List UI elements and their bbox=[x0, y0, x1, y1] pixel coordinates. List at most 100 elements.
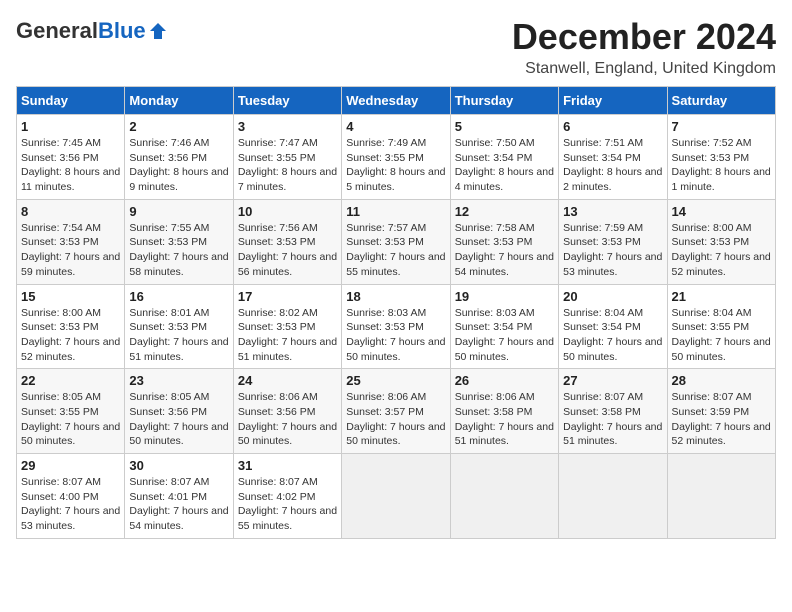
day-detail: Sunrise: 8:00 AMSunset: 3:53 PMDaylight:… bbox=[672, 221, 771, 280]
calendar-cell: 21 Sunrise: 8:04 AMSunset: 3:55 PMDaylig… bbox=[667, 284, 775, 369]
calendar-cell: 4 Sunrise: 7:49 AMSunset: 3:55 PMDayligh… bbox=[342, 115, 450, 200]
calendar-cell: 13 Sunrise: 7:59 AMSunset: 3:53 PMDaylig… bbox=[559, 199, 667, 284]
calendar-cell: 23 Sunrise: 8:05 AMSunset: 3:56 PMDaylig… bbox=[125, 369, 233, 454]
column-header-sunday: Sunday bbox=[17, 87, 125, 115]
day-number: 18 bbox=[346, 289, 445, 304]
calendar-cell: 3 Sunrise: 7:47 AMSunset: 3:55 PMDayligh… bbox=[233, 115, 341, 200]
day-number: 2 bbox=[129, 119, 228, 134]
day-number: 17 bbox=[238, 289, 337, 304]
day-number: 7 bbox=[672, 119, 771, 134]
calendar-cell bbox=[667, 454, 775, 539]
day-number: 9 bbox=[129, 204, 228, 219]
day-detail: Sunrise: 7:58 AMSunset: 3:53 PMDaylight:… bbox=[455, 221, 554, 280]
week-row-3: 15 Sunrise: 8:00 AMSunset: 3:53 PMDaylig… bbox=[17, 284, 776, 369]
day-detail: Sunrise: 7:45 AMSunset: 3:56 PMDaylight:… bbox=[21, 136, 120, 195]
week-row-4: 22 Sunrise: 8:05 AMSunset: 3:55 PMDaylig… bbox=[17, 369, 776, 454]
day-number: 14 bbox=[672, 204, 771, 219]
day-detail: Sunrise: 8:05 AMSunset: 3:56 PMDaylight:… bbox=[129, 390, 228, 449]
day-number: 19 bbox=[455, 289, 554, 304]
calendar-cell: 27 Sunrise: 8:07 AMSunset: 3:58 PMDaylig… bbox=[559, 369, 667, 454]
calendar-cell: 12 Sunrise: 7:58 AMSunset: 3:53 PMDaylig… bbox=[450, 199, 558, 284]
day-detail: Sunrise: 8:01 AMSunset: 3:53 PMDaylight:… bbox=[129, 306, 228, 365]
day-detail: Sunrise: 7:57 AMSunset: 3:53 PMDaylight:… bbox=[346, 221, 445, 280]
logo-blue-text: Blue bbox=[98, 18, 146, 43]
column-header-tuesday: Tuesday bbox=[233, 87, 341, 115]
day-detail: Sunrise: 7:49 AMSunset: 3:55 PMDaylight:… bbox=[346, 136, 445, 195]
calendar-cell: 16 Sunrise: 8:01 AMSunset: 3:53 PMDaylig… bbox=[125, 284, 233, 369]
day-number: 22 bbox=[21, 373, 120, 388]
day-number: 4 bbox=[346, 119, 445, 134]
subtitle: Stanwell, England, United Kingdom bbox=[512, 60, 776, 78]
calendar-cell: 31 Sunrise: 8:07 AMSunset: 4:02 PMDaylig… bbox=[233, 454, 341, 539]
day-detail: Sunrise: 7:46 AMSunset: 3:56 PMDaylight:… bbox=[129, 136, 228, 195]
day-detail: Sunrise: 8:03 AMSunset: 3:54 PMDaylight:… bbox=[455, 306, 554, 365]
week-row-1: 1 Sunrise: 7:45 AMSunset: 3:56 PMDayligh… bbox=[17, 115, 776, 200]
day-number: 26 bbox=[455, 373, 554, 388]
calendar-cell bbox=[559, 454, 667, 539]
day-detail: Sunrise: 8:06 AMSunset: 3:57 PMDaylight:… bbox=[346, 390, 445, 449]
calendar-cell: 26 Sunrise: 8:06 AMSunset: 3:58 PMDaylig… bbox=[450, 369, 558, 454]
calendar-cell: 8 Sunrise: 7:54 AMSunset: 3:53 PMDayligh… bbox=[17, 199, 125, 284]
calendar-cell: 24 Sunrise: 8:06 AMSunset: 3:56 PMDaylig… bbox=[233, 369, 341, 454]
day-detail: Sunrise: 7:54 AMSunset: 3:53 PMDaylight:… bbox=[21, 221, 120, 280]
day-detail: Sunrise: 8:06 AMSunset: 3:58 PMDaylight:… bbox=[455, 390, 554, 449]
day-number: 12 bbox=[455, 204, 554, 219]
logo-icon bbox=[148, 21, 168, 41]
calendar-cell bbox=[342, 454, 450, 539]
calendar-cell: 6 Sunrise: 7:51 AMSunset: 3:54 PMDayligh… bbox=[559, 115, 667, 200]
day-detail: Sunrise: 8:07 AMSunset: 3:58 PMDaylight:… bbox=[563, 390, 662, 449]
day-detail: Sunrise: 7:55 AMSunset: 3:53 PMDaylight:… bbox=[129, 221, 228, 280]
column-header-wednesday: Wednesday bbox=[342, 87, 450, 115]
column-header-friday: Friday bbox=[559, 87, 667, 115]
calendar-cell: 22 Sunrise: 8:05 AMSunset: 3:55 PMDaylig… bbox=[17, 369, 125, 454]
day-detail: Sunrise: 8:04 AMSunset: 3:55 PMDaylight:… bbox=[672, 306, 771, 365]
day-number: 5 bbox=[455, 119, 554, 134]
calendar-cell: 7 Sunrise: 7:52 AMSunset: 3:53 PMDayligh… bbox=[667, 115, 775, 200]
day-number: 11 bbox=[346, 204, 445, 219]
main-title: December 2024 bbox=[512, 16, 776, 58]
day-detail: Sunrise: 8:07 AMSunset: 4:02 PMDaylight:… bbox=[238, 475, 337, 534]
day-detail: Sunrise: 8:03 AMSunset: 3:53 PMDaylight:… bbox=[346, 306, 445, 365]
calendar-cell: 30 Sunrise: 8:07 AMSunset: 4:01 PMDaylig… bbox=[125, 454, 233, 539]
calendar-cell: 2 Sunrise: 7:46 AMSunset: 3:56 PMDayligh… bbox=[125, 115, 233, 200]
calendar-cell: 20 Sunrise: 8:04 AMSunset: 3:54 PMDaylig… bbox=[559, 284, 667, 369]
calendar-cell: 19 Sunrise: 8:03 AMSunset: 3:54 PMDaylig… bbox=[450, 284, 558, 369]
day-detail: Sunrise: 8:00 AMSunset: 3:53 PMDaylight:… bbox=[21, 306, 120, 365]
logo-general-text: General bbox=[16, 18, 98, 43]
day-detail: Sunrise: 8:02 AMSunset: 3:53 PMDaylight:… bbox=[238, 306, 337, 365]
day-detail: Sunrise: 8:07 AMSunset: 4:00 PMDaylight:… bbox=[21, 475, 120, 534]
calendar-cell: 14 Sunrise: 8:00 AMSunset: 3:53 PMDaylig… bbox=[667, 199, 775, 284]
day-detail: Sunrise: 7:59 AMSunset: 3:53 PMDaylight:… bbox=[563, 221, 662, 280]
day-detail: Sunrise: 8:07 AMSunset: 4:01 PMDaylight:… bbox=[129, 475, 228, 534]
day-number: 10 bbox=[238, 204, 337, 219]
calendar-cell: 29 Sunrise: 8:07 AMSunset: 4:00 PMDaylig… bbox=[17, 454, 125, 539]
calendar-cell: 18 Sunrise: 8:03 AMSunset: 3:53 PMDaylig… bbox=[342, 284, 450, 369]
day-detail: Sunrise: 7:56 AMSunset: 3:53 PMDaylight:… bbox=[238, 221, 337, 280]
calendar-cell: 9 Sunrise: 7:55 AMSunset: 3:53 PMDayligh… bbox=[125, 199, 233, 284]
calendar-cell: 10 Sunrise: 7:56 AMSunset: 3:53 PMDaylig… bbox=[233, 199, 341, 284]
day-number: 29 bbox=[21, 458, 120, 473]
calendar-cell: 17 Sunrise: 8:02 AMSunset: 3:53 PMDaylig… bbox=[233, 284, 341, 369]
calendar-cell bbox=[450, 454, 558, 539]
day-detail: Sunrise: 7:47 AMSunset: 3:55 PMDaylight:… bbox=[238, 136, 337, 195]
column-header-thursday: Thursday bbox=[450, 87, 558, 115]
day-number: 16 bbox=[129, 289, 228, 304]
column-header-monday: Monday bbox=[125, 87, 233, 115]
day-number: 28 bbox=[672, 373, 771, 388]
column-header-saturday: Saturday bbox=[667, 87, 775, 115]
day-number: 3 bbox=[238, 119, 337, 134]
title-area: December 2024 Stanwell, England, United … bbox=[512, 16, 776, 78]
calendar-cell: 5 Sunrise: 7:50 AMSunset: 3:54 PMDayligh… bbox=[450, 115, 558, 200]
day-number: 30 bbox=[129, 458, 228, 473]
day-detail: Sunrise: 8:07 AMSunset: 3:59 PMDaylight:… bbox=[672, 390, 771, 449]
day-number: 20 bbox=[563, 289, 662, 304]
day-number: 23 bbox=[129, 373, 228, 388]
day-number: 15 bbox=[21, 289, 120, 304]
calendar-cell: 11 Sunrise: 7:57 AMSunset: 3:53 PMDaylig… bbox=[342, 199, 450, 284]
day-detail: Sunrise: 8:05 AMSunset: 3:55 PMDaylight:… bbox=[21, 390, 120, 449]
page-header: GeneralBlue December 2024 Stanwell, Engl… bbox=[16, 16, 776, 78]
day-detail: Sunrise: 7:50 AMSunset: 3:54 PMDaylight:… bbox=[455, 136, 554, 195]
day-number: 24 bbox=[238, 373, 337, 388]
calendar-cell: 15 Sunrise: 8:00 AMSunset: 3:53 PMDaylig… bbox=[17, 284, 125, 369]
day-number: 13 bbox=[563, 204, 662, 219]
